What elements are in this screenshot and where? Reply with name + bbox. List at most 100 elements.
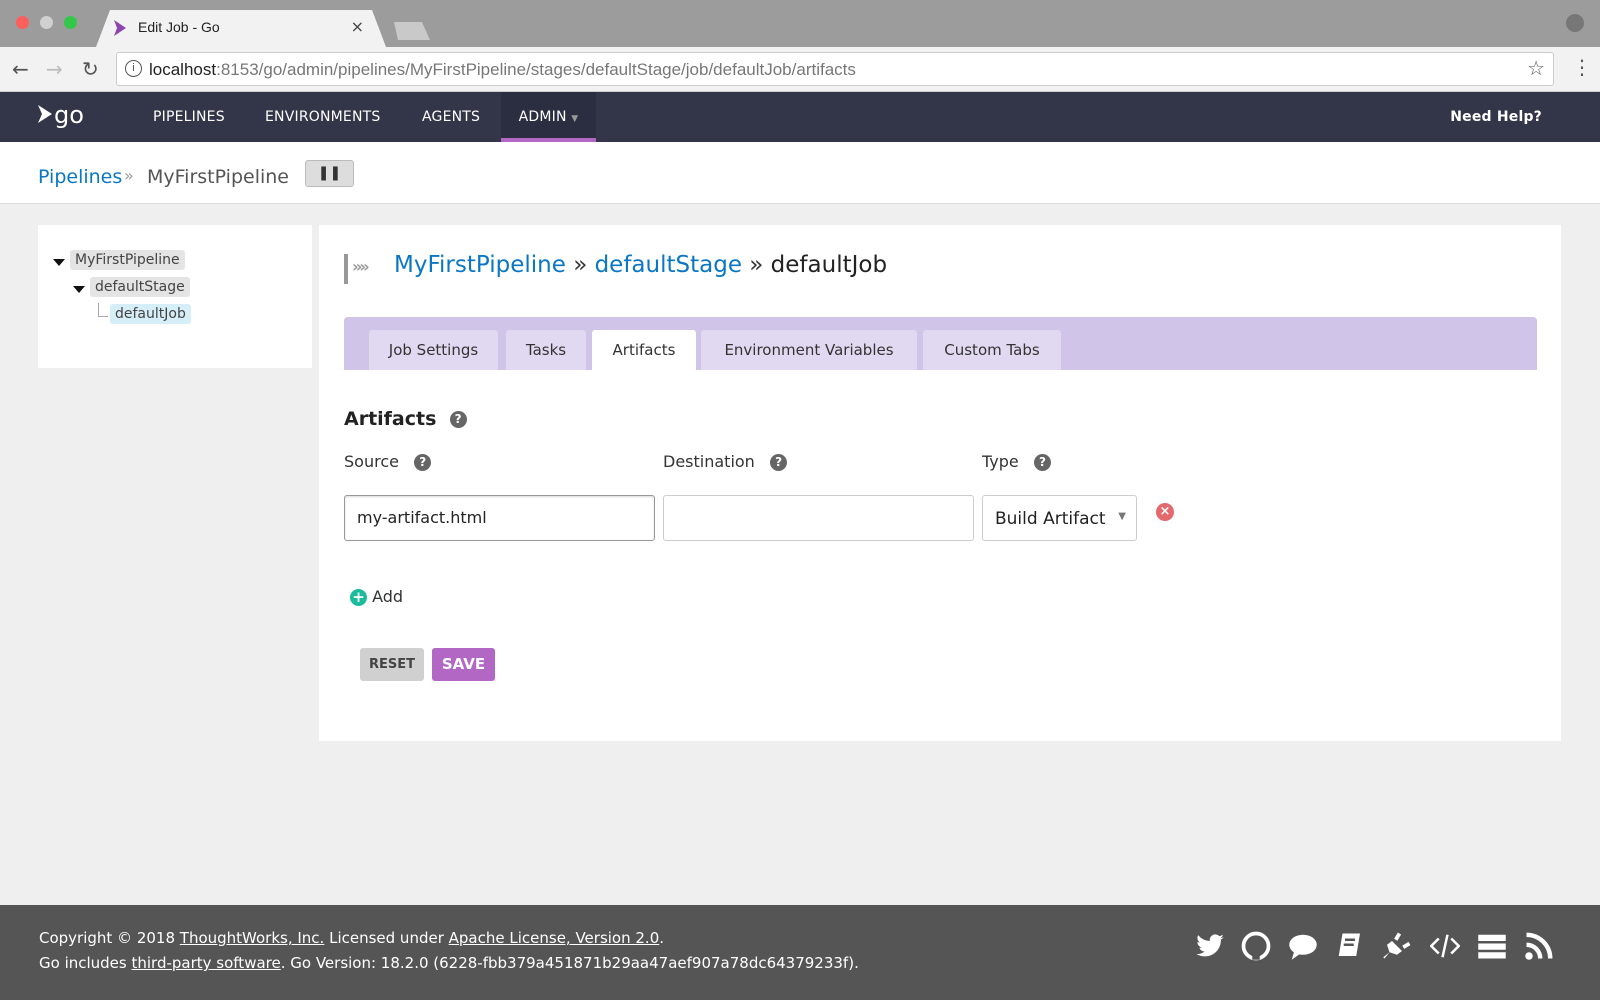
delete-artifact-icon[interactable]: × bbox=[1156, 503, 1174, 521]
go-logo-icon bbox=[38, 105, 52, 123]
job-tabs: Job Settings Tasks Artifacts Environment… bbox=[344, 317, 1537, 370]
logo-text: go bbox=[54, 101, 84, 129]
includes-text: Go includes bbox=[39, 954, 132, 972]
profile-icon[interactable] bbox=[1566, 14, 1584, 32]
type-label-text: Type bbox=[982, 452, 1019, 471]
pause-pipeline-button[interactable]: ❚❚ bbox=[305, 160, 354, 187]
new-tab-button[interactable] bbox=[394, 22, 430, 40]
nav-admin[interactable]: ADMIN ▼ bbox=[501, 92, 596, 142]
forward-icon[interactable]: → bbox=[46, 57, 63, 81]
url-path: :8153/go/admin/pipelines/MyFirstPipeline… bbox=[216, 60, 856, 79]
browser-toolbar: ← → ↻ i localhost:8153/go/admin/pipeline… bbox=[0, 47, 1600, 92]
bookmark-star-icon[interactable]: ☆ bbox=[1527, 56, 1545, 81]
collapse-caret-icon[interactable] bbox=[73, 286, 85, 293]
title-job: defaultJob bbox=[770, 252, 888, 278]
source-input[interactable]: my-artifact.html bbox=[344, 495, 655, 541]
browser-menu-icon[interactable]: ⋮ bbox=[1572, 55, 1592, 79]
browser-tabstrip: Edit Job - Go × bbox=[0, 0, 1600, 47]
tab-artifacts[interactable]: Artifacts bbox=[592, 330, 696, 370]
license-text: Licensed under bbox=[324, 929, 449, 947]
address-bar[interactable]: i localhost:8153/go/admin/pipelines/MyFi… bbox=[116, 52, 1554, 86]
title-sep: » bbox=[749, 252, 764, 278]
title-pipeline-link[interactable]: MyFirstPipeline bbox=[394, 252, 566, 278]
minimize-window-button[interactable] bbox=[40, 16, 53, 29]
rss-icon[interactable] bbox=[1524, 931, 1554, 961]
destination-label: Destination ? bbox=[663, 452, 788, 471]
nav-admin-label: ADMIN bbox=[518, 109, 567, 125]
source-label-text: Source bbox=[344, 452, 399, 471]
tree-pipeline[interactable]: MyFirstPipeline bbox=[70, 250, 185, 270]
github-icon[interactable] bbox=[1241, 931, 1271, 961]
title-sep: » bbox=[573, 252, 588, 278]
breadcrumb-current: MyFirstPipeline bbox=[147, 166, 289, 188]
title-stage-link[interactable]: defaultStage bbox=[595, 252, 742, 278]
job-icon: »» bbox=[344, 254, 376, 284]
tree-connector bbox=[98, 303, 108, 317]
collapse-caret-icon[interactable] bbox=[53, 259, 65, 266]
help-icon[interactable]: ? bbox=[414, 454, 432, 471]
server-icon[interactable] bbox=[1477, 931, 1507, 961]
help-icon[interactable]: ? bbox=[1034, 454, 1052, 471]
info-icon: i bbox=[125, 60, 142, 77]
destination-input[interactable] bbox=[663, 495, 974, 541]
api-icon[interactable] bbox=[1430, 931, 1460, 961]
type-label: Type ? bbox=[982, 452, 1052, 471]
help-icon[interactable]: ? bbox=[770, 454, 788, 471]
chat-icon[interactable] bbox=[1288, 931, 1318, 961]
save-button[interactable]: SAVE bbox=[432, 648, 495, 681]
breadcrumb: Pipelines » MyFirstPipeline ❚❚ bbox=[0, 142, 1600, 204]
browser-tab[interactable]: Edit Job - Go × bbox=[96, 10, 386, 47]
plugin-icon[interactable] bbox=[1382, 931, 1412, 961]
reload-icon[interactable]: ↻ bbox=[82, 57, 99, 81]
copyright-text: Copyright © 2018 bbox=[39, 929, 180, 947]
section-title: Artifacts ? bbox=[344, 408, 467, 430]
thoughtworks-link[interactable]: ThoughtWorks, Inc. bbox=[180, 929, 325, 947]
tree-job[interactable]: defaultJob bbox=[110, 304, 191, 324]
pause-icon: ❚❚ bbox=[317, 165, 342, 181]
close-window-button[interactable] bbox=[16, 16, 29, 29]
top-nav: go PIPELINES ENVIRONMENTS AGENTS ADMIN ▼… bbox=[0, 92, 1600, 142]
artifacts-title: Artifacts bbox=[344, 408, 437, 430]
add-artifact-button[interactable]: + Add bbox=[350, 587, 403, 606]
page-title: MyFirstPipeline » defaultStage » default… bbox=[394, 252, 887, 278]
apache-license-link[interactable]: Apache License, Version 2.0 bbox=[449, 929, 660, 947]
job-editor-panel bbox=[319, 225, 1561, 741]
source-label: Source ? bbox=[344, 452, 432, 471]
nav-environments[interactable]: ENVIRONMENTS bbox=[265, 92, 380, 142]
nav-agents[interactable]: AGENTS bbox=[422, 92, 480, 142]
twitter-icon[interactable] bbox=[1195, 931, 1225, 961]
type-select-value: Build Artifact bbox=[995, 509, 1106, 529]
version-text: . Go Version: 18.2.0 (6228-fbb379a451871… bbox=[280, 954, 859, 972]
footer: Copyright © 2018 ThoughtWorks, Inc. Lice… bbox=[0, 905, 1600, 1000]
nav-pipelines[interactable]: PIPELINES bbox=[153, 92, 225, 142]
period: . bbox=[659, 929, 665, 947]
docs-icon[interactable] bbox=[1335, 931, 1365, 961]
maximize-window-button[interactable] bbox=[64, 16, 77, 29]
tab-job-settings[interactable]: Job Settings bbox=[369, 330, 498, 370]
third-party-link[interactable]: third-party software bbox=[132, 954, 281, 972]
breadcrumb-pipelines[interactable]: Pipelines bbox=[38, 166, 122, 188]
need-help-link[interactable]: Need Help? bbox=[1450, 92, 1542, 142]
url-host: localhost bbox=[149, 60, 217, 79]
tab-environment-variables[interactable]: Environment Variables bbox=[701, 330, 917, 370]
type-select[interactable]: Build Artifact ▼ bbox=[982, 495, 1137, 541]
footer-version: Go includes third-party software. Go Ver… bbox=[39, 954, 859, 972]
help-icon[interactable]: ? bbox=[449, 411, 467, 428]
add-icon: + bbox=[350, 589, 367, 606]
tab-title: Edit Job - Go bbox=[138, 19, 220, 35]
go-logo[interactable]: go bbox=[36, 101, 84, 129]
pipeline-tree: MyFirstPipeline defaultStage defaultJob bbox=[38, 225, 312, 368]
caret-down-icon: ▼ bbox=[571, 114, 579, 124]
destination-label-text: Destination bbox=[663, 452, 755, 471]
dropdown-arrow-icon: ▼ bbox=[1118, 511, 1126, 522]
tab-custom-tabs[interactable]: Custom Tabs bbox=[923, 330, 1061, 370]
close-tab-icon[interactable]: × bbox=[351, 17, 364, 36]
footer-copyright: Copyright © 2018 ThoughtWorks, Inc. Lice… bbox=[39, 929, 664, 947]
back-icon[interactable]: ← bbox=[12, 57, 29, 81]
tree-stage[interactable]: defaultStage bbox=[90, 277, 190, 297]
reset-button[interactable]: RESET bbox=[360, 648, 424, 681]
breadcrumb-separator: » bbox=[124, 166, 134, 185]
add-label: Add bbox=[372, 587, 404, 606]
go-favicon-icon bbox=[114, 20, 126, 36]
tab-tasks[interactable]: Tasks bbox=[506, 330, 586, 370]
